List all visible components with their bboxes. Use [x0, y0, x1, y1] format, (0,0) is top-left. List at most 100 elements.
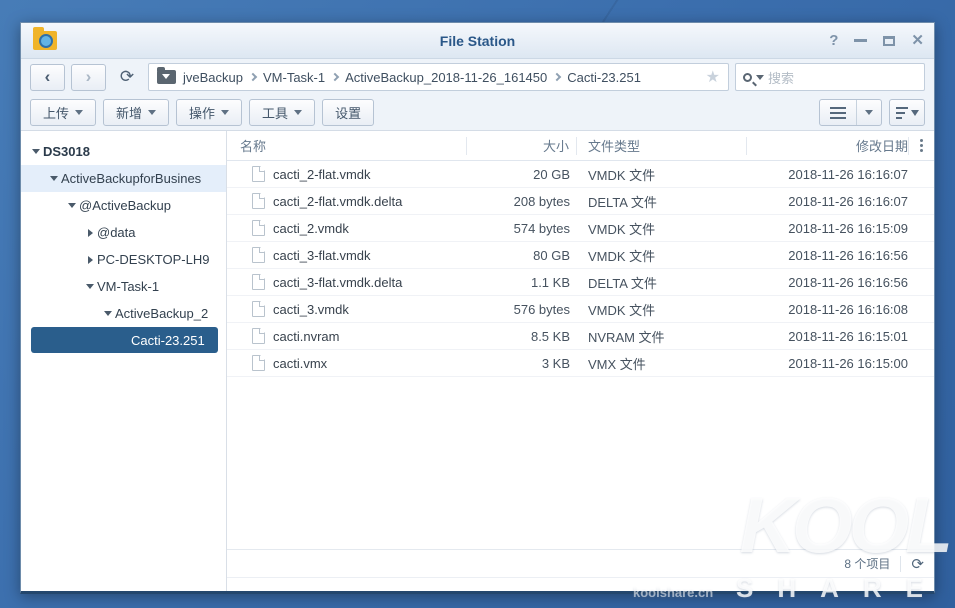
table-row[interactable]: cacti.vmx 3 KB VMX 文件 2018-11-26 16:15:0…	[227, 350, 934, 377]
tools-button[interactable]: 工具	[249, 99, 315, 126]
refresh-button[interactable]: ⟳	[112, 64, 142, 91]
file-type: VMDK 文件	[577, 300, 747, 319]
table-row[interactable]: cacti_2.vmdk 574 bytes VMDK 文件 2018-11-2…	[227, 215, 934, 242]
sidebar-item-data[interactable]: @data	[21, 219, 226, 246]
tree-expand-icon[interactable]	[83, 229, 97, 237]
breadcrumb-item[interactable]: VM-Task-1	[263, 70, 325, 85]
chevron-down-icon	[221, 110, 229, 119]
search-input[interactable]: 搜索	[735, 63, 925, 91]
file-rows: cacti_2-flat.vmdk 20 GB VMDK 文件 2018-11-…	[227, 161, 934, 549]
help-icon[interactable]: ?	[829, 33, 838, 48]
tree-collapse-icon[interactable]	[29, 145, 43, 158]
action-button-label: 操作	[189, 103, 215, 122]
action-button[interactable]: 操作	[176, 99, 242, 126]
file-size: 3 KB	[467, 356, 577, 371]
sidebar-item-activebackupforbusiness[interactable]: ActiveBackupforBusines	[21, 165, 226, 192]
bottom-strip	[227, 577, 934, 591]
status-refresh-icon[interactable]: ⟳	[911, 555, 924, 573]
view-mode-split-button[interactable]	[819, 99, 882, 126]
file-size: 8.5 KB	[467, 329, 577, 344]
desktop-background: File Station ? ✕ ‹ › ⟳ jveBackup VM-Task…	[0, 0, 955, 608]
toolbar: 上传 新增 操作 工具 设置	[21, 95, 934, 131]
settings-button[interactable]: 设置	[322, 99, 374, 126]
upload-button-label: 上传	[43, 103, 69, 122]
file-list-panel: 名称 大小 文件类型 修改日期 cacti_2-flat.vmdk 20 GB …	[227, 131, 934, 591]
file-size: 20 GB	[467, 167, 577, 182]
close-icon[interactable]: ✕	[911, 33, 924, 48]
file-type: VMX 文件	[577, 354, 747, 373]
file-name: cacti.vmx	[273, 356, 327, 371]
file-size: 576 bytes	[467, 302, 577, 317]
file-date: 2018-11-26 16:15:01	[747, 329, 908, 344]
column-header-size[interactable]: 大小	[467, 137, 577, 155]
tree-collapse-icon[interactable]	[83, 280, 97, 293]
tree-collapse-icon[interactable]	[101, 307, 115, 320]
back-button[interactable]: ‹	[30, 64, 65, 91]
search-placeholder: 搜索	[768, 68, 794, 87]
minimize-icon[interactable]	[854, 39, 867, 42]
settings-button-label: 设置	[335, 103, 361, 122]
file-type: DELTA 文件	[577, 273, 747, 292]
sidebar-item-pc-desktop[interactable]: PC-DESKTOP-LH9	[21, 246, 226, 273]
status-bar: 8 个项目 ⟳	[227, 549, 934, 577]
sort-button[interactable]	[889, 99, 925, 126]
search-icon	[743, 73, 752, 82]
file-icon	[252, 355, 265, 371]
tree-collapse-icon[interactable]	[47, 172, 61, 185]
tree-collapse-icon[interactable]	[65, 199, 79, 212]
table-row[interactable]: cacti.nvram 8.5 KB NVRAM 文件 2018-11-26 1…	[227, 323, 934, 350]
file-name: cacti_2-flat.vmdk.delta	[273, 194, 402, 209]
tree-item-label: PC-DESKTOP-LH9	[97, 252, 209, 267]
column-options-icon[interactable]	[908, 137, 934, 155]
view-mode-caret-icon[interactable]	[857, 106, 881, 119]
file-size: 208 bytes	[467, 194, 577, 209]
upload-button[interactable]: 上传	[30, 99, 96, 126]
table-row[interactable]: cacti_2-flat.vmdk.delta 208 bytes DELTA …	[227, 188, 934, 215]
column-header-date[interactable]: 修改日期	[747, 137, 908, 155]
file-date: 2018-11-26 16:16:07	[747, 194, 908, 209]
tree-item-label: Cacti-23.251	[131, 333, 205, 348]
breadcrumb[interactable]: jveBackup VM-Task-1 ActiveBackup_2018-11…	[148, 63, 729, 91]
tree-expand-icon[interactable]	[83, 256, 97, 264]
maximize-icon[interactable]	[883, 36, 895, 46]
breadcrumb-item[interactable]: jveBackup	[183, 70, 243, 85]
chevron-right-icon	[553, 73, 561, 81]
file-icon	[252, 247, 265, 263]
item-count: 8 个项目	[844, 555, 890, 572]
breadcrumb-item[interactable]: Cacti-23.251	[567, 70, 641, 85]
column-header-type[interactable]: 文件类型	[577, 137, 747, 155]
list-view-icon[interactable]	[820, 100, 857, 125]
folder-tree-sidebar: DS3018 ActiveBackupforBusines @ActiveBac…	[21, 131, 227, 591]
sidebar-item-ds3018[interactable]: DS3018	[21, 138, 226, 165]
table-row[interactable]: cacti_3-flat.vmdk.delta 1.1 KB DELTA 文件 …	[227, 269, 934, 296]
table-row[interactable]: cacti_3-flat.vmdk 80 GB VMDK 文件 2018-11-…	[227, 242, 934, 269]
file-date: 2018-11-26 16:16:56	[747, 275, 908, 290]
sort-icon	[896, 107, 908, 119]
tree-item-label: ActiveBackupforBusines	[61, 171, 201, 186]
table-row[interactable]: cacti_2-flat.vmdk 20 GB VMDK 文件 2018-11-…	[227, 161, 934, 188]
breadcrumb-item[interactable]: ActiveBackup_2018-11-26_161450	[345, 70, 547, 85]
divider	[900, 556, 901, 572]
file-size: 1.1 KB	[467, 275, 577, 290]
sidebar-item-vm-task-1[interactable]: VM-Task-1	[21, 273, 226, 300]
file-icon	[252, 328, 265, 344]
breadcrumb-folder-icon[interactable]	[157, 70, 176, 84]
file-name: cacti_2.vmdk	[273, 221, 349, 236]
file-icon	[252, 301, 265, 317]
file-date: 2018-11-26 16:16:56	[747, 248, 908, 263]
sidebar-item-cacti-selected[interactable]: Cacti-23.251	[31, 327, 218, 353]
table-row[interactable]: cacti_3.vmdk 576 bytes VMDK 文件 2018-11-2…	[227, 296, 934, 323]
column-header-name[interactable]: 名称	[227, 137, 467, 155]
titlebar[interactable]: File Station ? ✕	[21, 23, 934, 59]
search-options-caret-icon[interactable]	[756, 75, 764, 84]
file-type: NVRAM 文件	[577, 327, 747, 346]
navigation-bar: ‹ › ⟳ jveBackup VM-Task-1 ActiveBackup_2…	[21, 59, 934, 95]
sidebar-item-activebackup-snapshot[interactable]: ActiveBackup_2	[21, 300, 226, 327]
forward-button[interactable]: ›	[71, 64, 106, 91]
favorite-star-icon[interactable]: ★	[698, 67, 720, 87]
tree-item-label: @data	[97, 225, 136, 240]
file-size: 80 GB	[467, 248, 577, 263]
file-name: cacti_3-flat.vmdk	[273, 248, 371, 263]
sidebar-item-activebackup[interactable]: @ActiveBackup	[21, 192, 226, 219]
create-button[interactable]: 新增	[103, 99, 169, 126]
